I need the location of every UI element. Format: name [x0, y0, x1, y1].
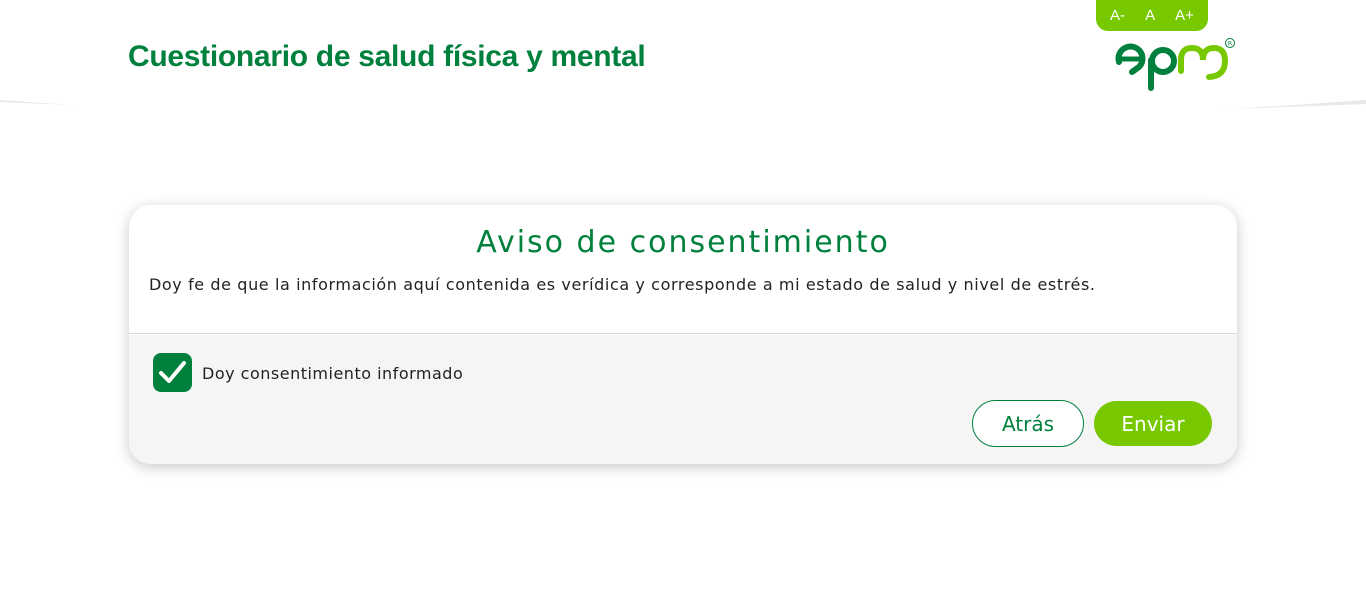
checkmark-icon [159, 361, 186, 383]
font-size-controls: A- A A+ [1096, 0, 1208, 31]
consent-text: Doy fe de que la información aquí conten… [149, 275, 1096, 294]
font-decrease-button[interactable]: A- [1106, 5, 1129, 26]
consent-card: Aviso de consentimiento Doy fe de que la… [129, 205, 1237, 464]
back-button[interactable]: Atrás [972, 400, 1084, 447]
consent-checkbox[interactable] [153, 353, 192, 392]
svg-text:R: R [1228, 41, 1232, 48]
font-reset-button[interactable]: A [1141, 5, 1159, 26]
consent-title: Aviso de consentimiento [476, 225, 890, 260]
font-increase-button[interactable]: A+ [1171, 5, 1198, 26]
page-title: Cuestionario de salud física y mental [128, 40, 646, 73]
consent-checkbox-label[interactable]: Doy consentimiento informado [202, 364, 463, 383]
epm-logo: R [1115, 38, 1235, 91]
send-button[interactable]: Enviar [1094, 401, 1212, 446]
consent-card-body: Aviso de consentimiento Doy fe de que la… [129, 205, 1237, 334]
page-header: Cuestionario de salud física y mental A-… [0, 0, 1366, 140]
consent-card-footer: Doy consentimiento informado Atrás Envia… [129, 335, 1237, 464]
